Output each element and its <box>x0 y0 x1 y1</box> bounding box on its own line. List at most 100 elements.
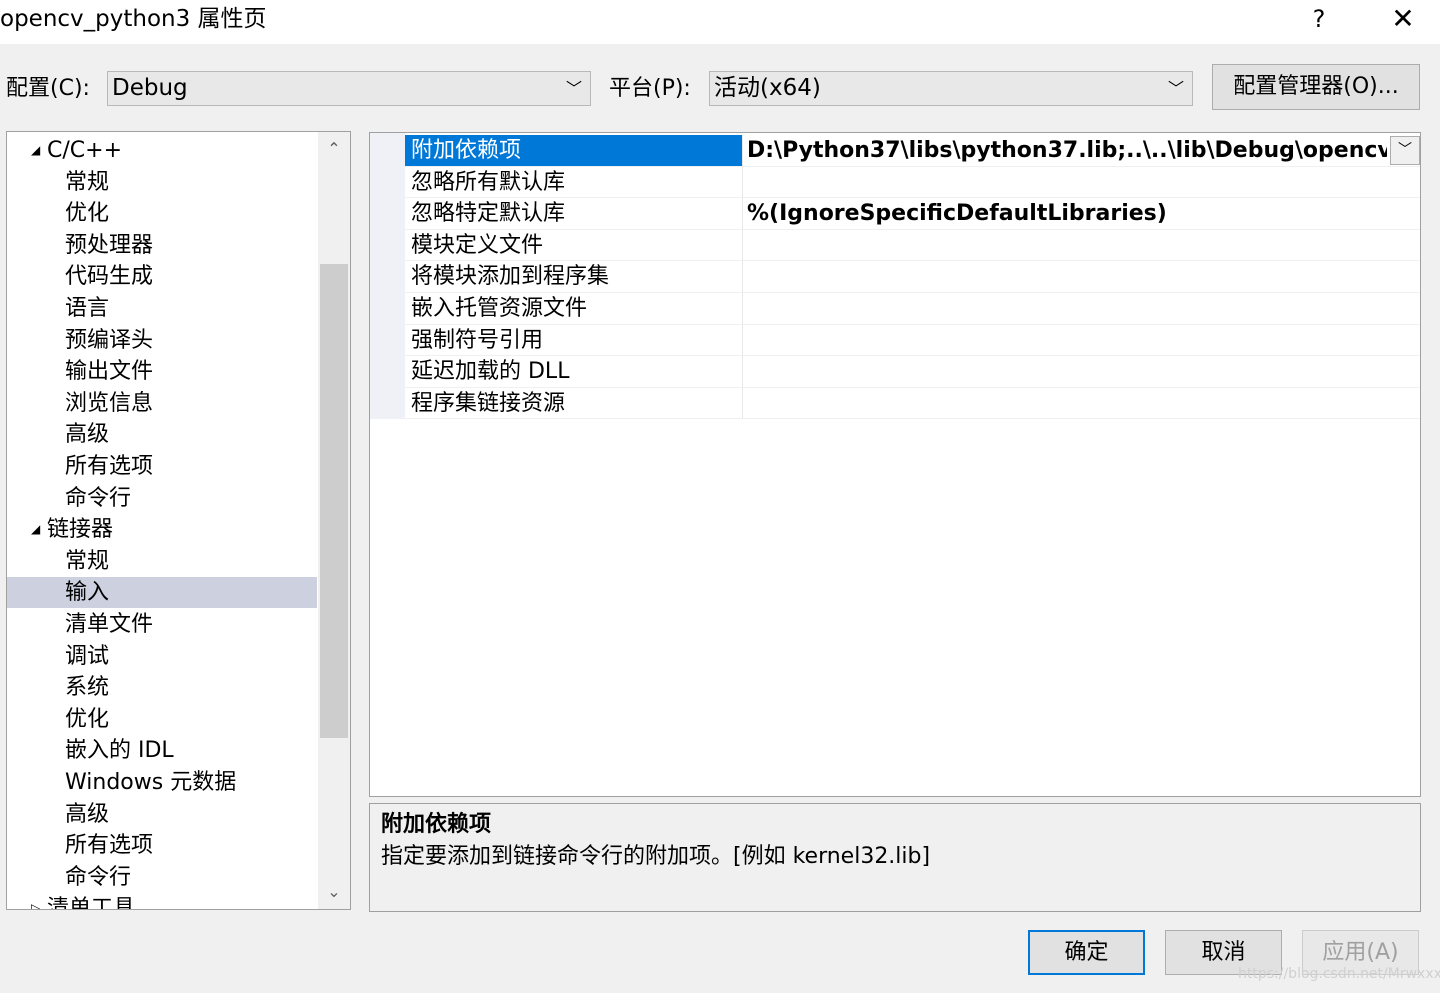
tree-item-label: C/C++ <box>47 138 123 163</box>
platform-dropdown-value: 活动(x64) <box>714 75 821 101</box>
tree-item-label: 输入 <box>65 580 110 606</box>
property-row[interactable]: 模块定义文件 <box>405 229 1420 262</box>
property-row[interactable]: 嵌入托管资源文件 <box>405 293 1420 325</box>
property-value[interactable] <box>747 356 1387 387</box>
tree-group[interactable]: ▷ 清单工具 <box>7 893 317 909</box>
ok-button[interactable]: 确定 <box>1028 930 1145 975</box>
property-row[interactable]: 将模块添加到程序集 <box>405 261 1420 293</box>
tree-item[interactable]: 优化 <box>7 704 317 735</box>
tree-item[interactable]: 高级 <box>7 419 317 450</box>
expander-icon[interactable]: ▷ <box>31 893 40 909</box>
tree-item-label: 常规 <box>65 548 110 574</box>
description-panel: 附加依赖项 指定要添加到链接命令行的附加项。[例如 kernel32.lib] <box>369 803 1421 912</box>
property-grid[interactable]: 附加依赖项 D:\Python37\libs\python37.lib;..\..… <box>369 132 1421 797</box>
close-button[interactable]: ✕ <box>1380 2 1426 40</box>
tree-item-label: 链接器 <box>47 517 114 543</box>
scroll-up-icon[interactable]: ⌃ <box>318 134 350 164</box>
platform-label: 平台(P): <box>609 76 691 101</box>
tree-item-label: 优化 <box>65 706 110 732</box>
property-row[interactable]: 延迟加载的 DLL <box>405 356 1420 388</box>
tree-item[interactable]: 语言 <box>7 293 317 324</box>
property-value[interactable] <box>747 388 1387 419</box>
tree-item[interactable]: Windows 元数据 <box>7 767 317 798</box>
property-name[interactable]: 程序集链接资源 <box>405 387 743 419</box>
tree-item[interactable]: 输入 <box>7 577 317 609</box>
property-name[interactable]: 嵌入托管资源文件 <box>405 293 743 324</box>
tree-item-label: 预处理器 <box>65 232 154 258</box>
property-value[interactable] <box>747 167 1387 198</box>
tree-item-label: 所有选项 <box>65 454 154 479</box>
tree-item[interactable]: 命令行 <box>7 483 317 514</box>
property-row[interactable]: 忽略所有默认库 <box>405 166 1420 199</box>
property-value[interactable] <box>747 261 1387 292</box>
tree-scrollbar[interactable]: ⌃ ⌄ <box>318 132 350 909</box>
config-dropdown[interactable]: Debug ﹀ <box>107 71 591 106</box>
tree-item-label: 语言 <box>65 296 110 321</box>
tree-item-label: 高级 <box>65 422 110 448</box>
property-value[interactable]: D:\Python37\libs\python37.lib;..\..\lib\… <box>747 135 1387 166</box>
help-button[interactable]: ? <box>1296 2 1342 40</box>
chevron-down-icon: ﹀ <box>565 79 582 98</box>
tree-item-label: 输出文件 <box>65 359 154 385</box>
property-row[interactable]: 附加依赖项 D:\Python37\libs\python37.lib;..\..… <box>405 135 1420 167</box>
tree-item-label: 预编译头 <box>65 327 154 353</box>
property-name[interactable]: 模块定义文件 <box>405 229 743 261</box>
property-name[interactable]: 强制符号引用 <box>405 324 743 356</box>
property-name[interactable]: 延迟加载的 DLL <box>405 356 743 387</box>
tree-group[interactable]: ◢ 链接器 <box>7 514 317 545</box>
tree-item-label: 浏览信息 <box>65 390 154 416</box>
tree-item[interactable]: 命令行 <box>7 862 317 893</box>
tree-item-label: 优化 <box>65 201 110 227</box>
tree-item-label: 命令行 <box>65 864 132 890</box>
property-value[interactable]: %(IgnoreSpecificDefaultLibraries) <box>747 198 1387 229</box>
tree-item[interactable]: 浏览信息 <box>7 388 317 419</box>
tree-item[interactable]: 所有选项 <box>7 451 317 482</box>
category-tree[interactable]: ◢ C/C++ 常规 优化 预处理器 代码生成 语言 预编译头 输出文件 浏览信息 高级 所有选项 命令… <box>6 131 351 910</box>
tree-item[interactable]: 高级 <box>7 799 317 830</box>
description-title: 附加依赖项 <box>381 812 492 837</box>
tree-item[interactable]: 优化 <box>7 198 317 229</box>
description-text: 指定要添加到链接命令行的附加项。[例如 kernel32.lib] <box>381 844 931 869</box>
title-bar: opencv_python3 属性页 ? ✕ <box>0 0 1440 44</box>
tree-item[interactable]: 常规 <box>7 167 317 198</box>
tree-item-label: 清单文件 <box>65 612 154 637</box>
property-name[interactable]: 附加依赖项 <box>405 135 743 166</box>
window-title: opencv_python3 属性页 <box>0 6 267 32</box>
platform-dropdown[interactable]: 活动(x64) ﹀ <box>709 71 1193 106</box>
property-value[interactable] <box>747 325 1387 356</box>
scroll-down-icon[interactable]: ⌄ <box>318 877 350 907</box>
expander-icon[interactable]: ◢ <box>31 514 40 545</box>
config-dropdown-value: Debug <box>112 75 188 101</box>
property-name[interactable]: 忽略特定默认库 <box>405 198 743 229</box>
property-value[interactable] <box>747 293 1387 324</box>
property-name[interactable]: 将模块添加到程序集 <box>405 261 743 292</box>
tree-item[interactable]: 清单文件 <box>7 609 317 640</box>
tree-item-label: Windows 元数据 <box>65 770 237 795</box>
tree-item[interactable]: 调试 <box>7 641 317 672</box>
tree-item[interactable]: 输出文件 <box>7 356 317 387</box>
tree-item[interactable]: 预处理器 <box>7 230 317 261</box>
property-value[interactable] <box>747 230 1387 261</box>
tree-item[interactable]: 嵌入的 IDL <box>7 735 317 766</box>
watermark: https://blog.csdn.net/Mrwxxxx <box>1238 966 1440 982</box>
config-manager-button[interactable]: 配置管理器(O)... <box>1212 64 1420 110</box>
property-row[interactable]: 忽略特定默认库 %(IgnoreSpecificDefaultLibraries) <box>405 198 1420 230</box>
tree-item-label: 嵌入的 IDL <box>65 738 174 764</box>
scrollbar-thumb[interactable] <box>320 264 348 738</box>
config-label: 配置(C): <box>6 76 90 101</box>
property-row[interactable]: 程序集链接资源 <box>405 387 1420 420</box>
chevron-down-icon[interactable]: ﹀ <box>1390 136 1420 165</box>
tree-item[interactable]: 预编译头 <box>7 325 317 356</box>
expander-icon[interactable]: ◢ <box>31 135 40 166</box>
property-row[interactable]: 强制符号引用 <box>405 324 1420 357</box>
property-name[interactable]: 忽略所有默认库 <box>405 166 743 198</box>
tree-item[interactable]: 常规 <box>7 546 317 577</box>
tree-item-label: 高级 <box>65 801 110 827</box>
tree-item[interactable]: 所有选项 <box>7 830 317 861</box>
tree-item-label: 所有选项 <box>65 833 154 859</box>
tree-item[interactable]: 代码生成 <box>7 261 317 292</box>
tree-item[interactable]: 系统 <box>7 672 317 703</box>
tree-group[interactable]: ◢ C/C++ <box>7 135 317 166</box>
tree-item-label: 调试 <box>65 643 110 669</box>
tree-item-label: 系统 <box>65 675 110 701</box>
